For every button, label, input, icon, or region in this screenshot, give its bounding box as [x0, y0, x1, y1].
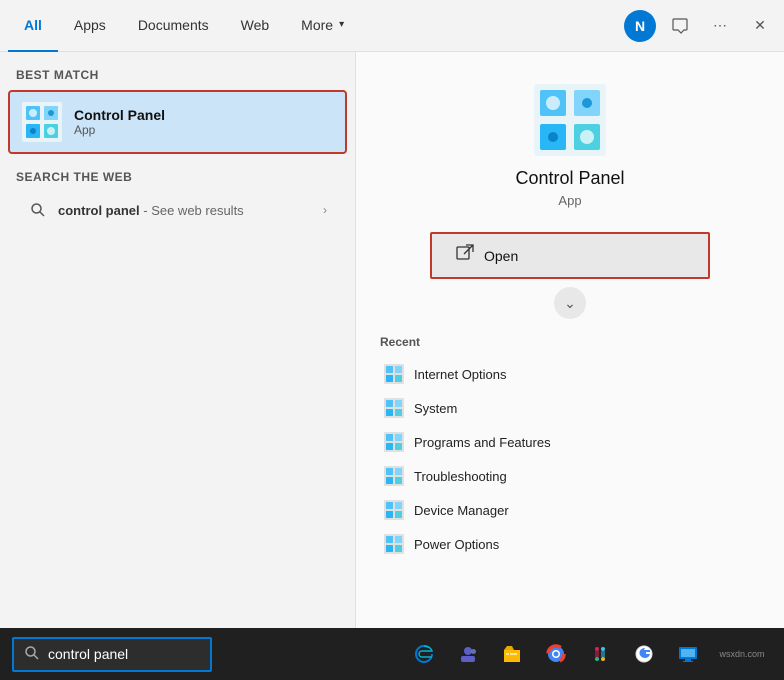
best-match-label: Best match [0, 52, 355, 90]
chevron-down-icon: ▾ [339, 19, 344, 30]
best-match-app-type: App [74, 123, 165, 137]
web-search-text: control panel - See web results [58, 203, 244, 218]
search-input-wrapper[interactable] [12, 637, 212, 672]
taskbar-icons: wsxdn.com [404, 634, 772, 674]
recent-item-troubleshooting[interactable]: Troubleshooting [380, 459, 760, 493]
recent-item-system[interactable]: System [380, 391, 760, 425]
bottom-bar: wsxdn.com [0, 628, 784, 680]
open-icon [456, 244, 474, 267]
detail-app-name: Control Panel [515, 168, 624, 189]
recent-item-icon-system [384, 398, 404, 418]
control-panel-icon-large [22, 102, 62, 142]
tab-apps[interactable]: Apps [58, 0, 122, 52]
recent-item-icon-programs [384, 432, 404, 452]
best-match-app-name: Control Panel [74, 107, 165, 123]
expand-button[interactable]: ⌄ [554, 287, 586, 319]
slack-taskbar-icon[interactable] [580, 634, 620, 674]
main-content: Best match Control Panel App [0, 52, 784, 628]
recent-item-power-options[interactable]: Power Options [380, 527, 760, 561]
search-bar-icon [24, 645, 40, 664]
web-search-section: Search the web control panel - See web r… [0, 154, 355, 236]
google-taskbar-icon[interactable] [624, 634, 664, 674]
open-label: Open [484, 248, 518, 264]
top-tabs: All Apps Documents Web More ▾ N ⋯ ✕ [0, 0, 784, 52]
search-icon [28, 200, 48, 220]
teams-taskbar-icon[interactable] [448, 634, 488, 674]
recent-item-icon-troubleshooting [384, 466, 404, 486]
open-button[interactable]: Open [430, 232, 710, 279]
recent-section: Recent Internet Options [356, 335, 784, 561]
wsxdn-icon: wsxdn.com [712, 634, 772, 674]
edge-taskbar-icon[interactable] [404, 634, 444, 674]
tab-documents[interactable]: Documents [122, 0, 225, 52]
recent-label: Recent [380, 335, 760, 349]
search-input[interactable] [48, 646, 198, 662]
more-options-icon[interactable]: ⋯ [704, 10, 736, 42]
control-panel-icon-detail [534, 84, 606, 156]
recent-item-icon-internet-options [384, 364, 404, 384]
web-search-label: Search the web [16, 170, 339, 192]
recent-item-internet-options[interactable]: Internet Options [380, 357, 760, 391]
recent-item-programs-and-features[interactable]: Programs and Features [380, 425, 760, 459]
best-match-item[interactable]: Control Panel App [8, 90, 347, 154]
web-search-item[interactable]: control panel - See web results › [16, 192, 339, 228]
chevron-down-icon: ⌄ [564, 295, 576, 312]
top-tabs-right: N ⋯ ✕ [624, 10, 776, 42]
recent-item-device-manager[interactable]: Device Manager [380, 493, 760, 527]
recent-item-icon-power-options [384, 534, 404, 554]
search-panel: All Apps Documents Web More ▾ N ⋯ ✕ [0, 0, 784, 680]
recent-item-icon-device-manager [384, 500, 404, 520]
detail-app-type: App [558, 193, 581, 208]
rdp-taskbar-icon[interactable] [668, 634, 708, 674]
right-panel: Control Panel App Open ⌄ Recent [355, 52, 784, 628]
tab-more[interactable]: More ▾ [285, 0, 360, 52]
best-match-text: Control Panel App [74, 107, 165, 137]
feedback-icon[interactable] [664, 10, 696, 42]
left-panel: Best match Control Panel App [0, 52, 355, 628]
tab-web[interactable]: Web [225, 0, 286, 52]
web-search-arrow: › [323, 203, 327, 217]
user-avatar[interactable]: N [624, 10, 656, 42]
explorer-taskbar-icon[interactable] [492, 634, 532, 674]
tab-all[interactable]: All [8, 0, 58, 52]
chrome-taskbar-icon[interactable] [536, 634, 576, 674]
close-icon[interactable]: ✕ [744, 10, 776, 42]
